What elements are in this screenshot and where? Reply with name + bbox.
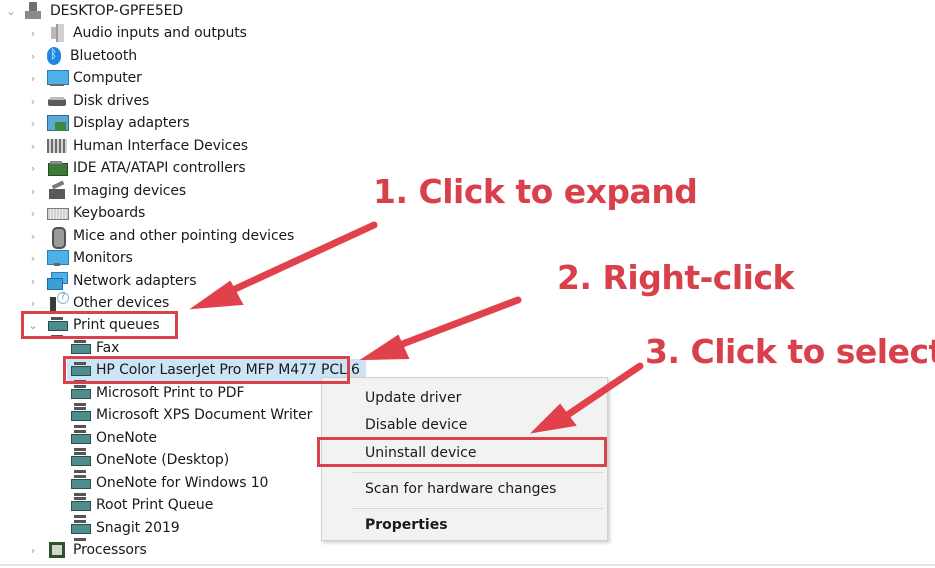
tree-item-label: Display adapters [73,115,190,131]
tree-item-label: Human Interface Devices [73,138,248,154]
keyboard-icon [47,204,69,222]
monitor-icon [47,249,69,267]
print-queue-label: OneNote [96,430,157,446]
tree-item-label: Mice and other pointing devices [73,228,295,244]
print-queue-label: Root Print Queue [96,497,214,513]
tree-item-label: Monitors [73,250,133,266]
chevron-right-icon[interactable]: › [27,202,39,224]
tree-item-hid[interactable]: › Human Interface Devices [0,135,248,157]
tree-item-keyboards[interactable]: › Keyboards [0,202,146,224]
menu-item-scan-hardware[interactable]: Scan for hardware changes [322,476,607,502]
network-icon [47,272,68,290]
computer-icon [24,2,44,20]
chevron-right-icon[interactable]: › [27,67,39,89]
print-queue-label: Microsoft Print to PDF [96,385,245,401]
tree-item-mice[interactable]: › Mice and other pointing devices [0,225,295,249]
highlight-uninstall-device [317,437,607,467]
print-queue-item[interactable]: Microsoft XPS Document Writer [70,404,313,428]
tree-item-label: Imaging devices [73,183,187,199]
tree-item-bluetooth[interactable]: › Bluetooth [0,45,137,67]
print-queue-label: Fax [96,340,120,356]
tree-item-processors[interactable]: › Processors [0,539,147,561]
ide-controller-icon [47,159,68,177]
chevron-right-icon[interactable]: › [27,45,39,67]
tree-item-label: Network adapters [73,273,197,289]
printer-icon [70,496,91,518]
tree-item-imaging[interactable]: › Imaging devices [0,180,186,202]
menu-item-properties[interactable]: Properties [322,512,607,538]
hid-icon [47,137,67,155]
menu-item-update-driver[interactable]: Update driver [322,385,607,411]
highlight-print-queues [21,311,178,339]
print-queue-item[interactable]: OneNote [70,427,157,451]
printer-icon [70,339,91,361]
printer-icon [70,429,91,451]
unknown-device-icon [47,292,69,312]
tree-item-label: Keyboards [73,205,146,221]
chevron-right-icon[interactable]: › [27,22,39,44]
chevron-right-icon[interactable]: › [27,90,39,112]
chevron-right-icon[interactable]: › [27,539,39,561]
arrow-step-2 [359,296,522,361]
print-queue-label: OneNote for Windows 10 [96,475,269,491]
printer-icon [70,519,91,541]
tree-item-monitors[interactable]: › Monitors [0,247,133,269]
chevron-right-icon[interactable]: › [27,112,39,134]
printer-icon [70,406,91,428]
tree-root[interactable]: ⌄ DESKTOP-GPFE5ED [0,0,183,22]
speaker-icon [47,24,67,42]
annotation-step-2: 2. Right-click [557,258,795,297]
tree-item-audio[interactable]: › Audio inputs and outputs [0,22,247,44]
chevron-right-icon[interactable]: › [27,270,39,292]
annotation-step-1: 1. Click to expand [373,172,698,211]
camera-icon [47,182,67,200]
tree-item-label: Bluetooth [70,48,138,64]
chevron-right-icon[interactable]: › [27,157,39,179]
mouse-icon [47,227,67,249]
tree-item-computer[interactable]: › Computer [0,67,142,89]
tree-item-display-adapters[interactable]: › Display adapters [0,112,190,134]
display-adapter-icon [47,114,69,132]
tree-root-label: DESKTOP-GPFE5ED [50,3,184,19]
processor-icon [47,541,67,559]
chevron-right-icon[interactable]: › [27,180,39,202]
horizontal-scrollbar-track[interactable] [0,564,935,566]
print-queue-label: Snagit 2019 [96,520,180,536]
chevron-down-icon[interactable]: ⌄ [5,0,17,22]
disk-drive-icon [47,92,67,110]
printer-icon [70,451,91,473]
print-queue-item[interactable]: OneNote (Desktop) [70,449,230,473]
printer-icon [70,384,91,406]
tree-item-label: Audio inputs and outputs [73,25,247,41]
tree-item-label: Processors [73,542,147,558]
annotation-step-3: 3. Click to select [645,332,935,371]
computer-icon [47,69,69,87]
printer-icon [70,474,91,496]
highlight-hp-printer [63,356,350,384]
chevron-right-icon[interactable]: › [27,135,39,157]
print-queue-item[interactable]: Microsoft Print to PDF [70,382,245,406]
print-queue-item[interactable]: Snagit 2019 [70,517,180,541]
tree-item-disk-drives[interactable]: › Disk drives [0,90,149,112]
print-queue-label: Microsoft XPS Document Writer [96,407,313,423]
chevron-right-icon[interactable]: › [27,225,39,247]
print-queue-item[interactable]: OneNote for Windows 10 [70,472,269,496]
menu-separator [352,472,603,473]
bluetooth-icon [47,47,61,65]
print-queue-item[interactable]: Root Print Queue [70,494,214,518]
tree-item-network[interactable]: › Network adapters [0,270,196,292]
menu-item-disable-device[interactable]: Disable device [322,412,607,438]
menu-separator [352,508,603,509]
tree-item-label: IDE ATA/ATAPI controllers [73,160,246,176]
tree-item-ide[interactable]: › IDE ATA/ATAPI controllers [0,157,246,179]
tree-item-label: Computer [73,70,142,86]
tree-item-label: Disk drives [73,93,150,109]
chevron-right-icon[interactable]: › [27,247,39,269]
tree-item-label: Other devices [73,295,170,311]
print-queue-label: OneNote (Desktop) [96,452,230,468]
